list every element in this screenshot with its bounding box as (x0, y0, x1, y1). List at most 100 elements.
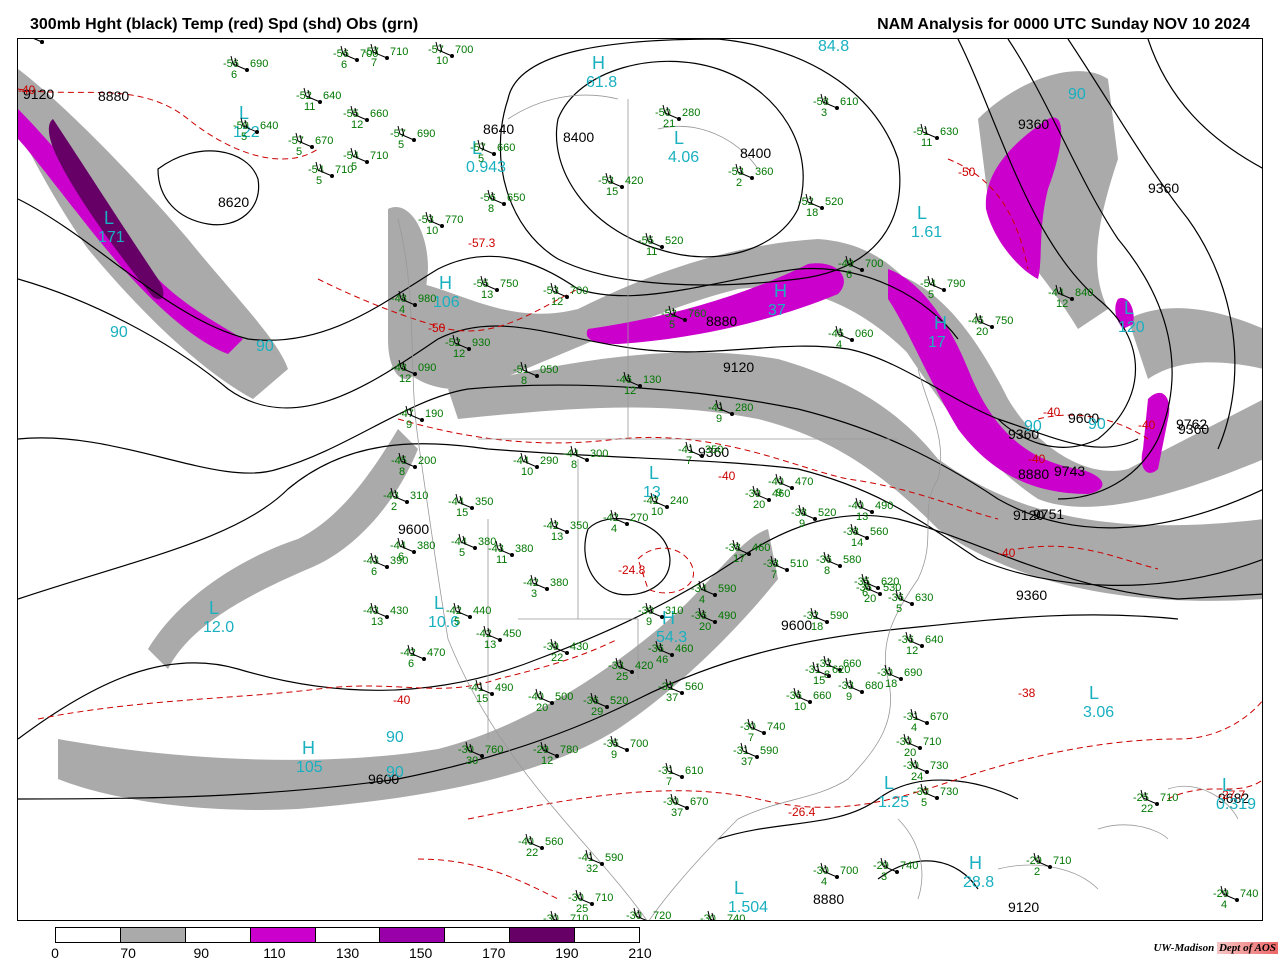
legend-swatch (250, 928, 316, 942)
obs-speed: 22 (1141, 803, 1153, 815)
station-observation[interactable]: -45 75020 (968, 312, 1013, 338)
station-observation[interactable]: -42 35013 (543, 517, 588, 543)
station-observation[interactable]: -30 67037 (663, 793, 708, 819)
station-observation[interactable]: -43 38011 (488, 540, 533, 566)
station-observation[interactable]: -35 7009 (603, 735, 648, 761)
obs-speed: 37 (671, 807, 683, 819)
obs-height: 670 (690, 796, 708, 808)
station-observation[interactable]: -57 70010 (428, 41, 473, 67)
station-observation[interactable]: -30 69018 (877, 664, 922, 690)
station-observation[interactable]: -42 2704 (603, 509, 648, 535)
station-observation[interactable]: -30 7305 (913, 783, 958, 809)
station-observation[interactable]: -43 3102 (383, 487, 428, 513)
obs-speed: 8 (824, 565, 830, 577)
station-observation[interactable]: -57 7107 (363, 43, 408, 69)
station-observation[interactable]: -44 29010 (513, 452, 558, 478)
wind-speed-legend (55, 927, 640, 943)
station-observation[interactable]: -25 71022 (1133, 789, 1178, 815)
station-observation[interactable]: -31 6704 (903, 708, 948, 734)
speed-label: 90 (256, 338, 274, 355)
station-observation[interactable]: -40 56022 (518, 833, 563, 859)
station-observation[interactable]: -30 7004 (813, 862, 858, 888)
obs-speed: 12 (399, 373, 411, 385)
temperature-label: -40 (18, 83, 36, 97)
station-observation[interactable]: -58 6103 (813, 93, 858, 119)
pressure-center[interactable]: L4.06 (668, 128, 699, 166)
station-observation[interactable]: -52 52018 (798, 193, 843, 219)
station-observation[interactable]: -31 59037 (733, 742, 778, 768)
station-observation[interactable]: -57 6905 (390, 125, 435, 151)
pressure-center[interactable]: H28.8 (963, 853, 994, 891)
station-observation[interactable]: -40 49013 (848, 497, 893, 523)
station-observation[interactable]: -30 71025 (568, 889, 613, 915)
station-observation[interactable]: -51 63011 (913, 123, 958, 149)
station-observation[interactable]: -36 64012 (898, 631, 943, 657)
pressure-center[interactable]: H61.8 (586, 53, 617, 91)
station-observation[interactable]: -55 75013 (473, 275, 518, 301)
station-observation[interactable]: -42 4706 (400, 644, 445, 670)
speed-label: 90 (386, 729, 404, 746)
weather-map[interactable]: 9120 8880 8640 8400 8400 8620 9360 8880 9120 9360… (17, 38, 1263, 921)
station-observation[interactable]: -55 66012 (343, 105, 388, 131)
station-observation[interactable]: -29 7102 (1026, 852, 1071, 878)
station-observation[interactable]: -30740 (700, 910, 745, 921)
station-observation[interactable]: -56 6508 (480, 189, 525, 215)
obs-speed: 32 (586, 863, 598, 875)
station-observation[interactable]: -56 6906 (223, 55, 268, 81)
obs-speed: 5 (928, 289, 934, 301)
station-observation[interactable]: -30 71020 (896, 733, 941, 759)
station-observation[interactable]: -30 73024 (903, 757, 948, 783)
station-observation[interactable]: -54 7105 (308, 161, 353, 187)
station-observation[interactable]: -38 5209 (791, 504, 836, 530)
pressure-center[interactable]: L3.06 (1083, 683, 1114, 721)
legend-swatch (380, 928, 446, 942)
station-observation[interactable]: -36 6305 (888, 589, 933, 615)
station-observation[interactable]: -47 1909 (398, 405, 443, 431)
station-observation[interactable]: -29 7403 (873, 857, 918, 883)
legend-label: 110 (263, 945, 286, 961)
station-observation[interactable]: -31 6107 (658, 762, 703, 788)
station-observation[interactable]: -30740 (18, 39, 63, 44)
temperature-label: -40 (1028, 452, 1046, 466)
station-observation[interactable]: -43 3906 (363, 552, 408, 578)
station-observation[interactable]: -43 43013 (363, 602, 408, 628)
station-observation[interactable]: -53 3602 (728, 163, 773, 189)
pressure-center[interactable]: H105 (296, 738, 323, 776)
station-observation[interactable]: -44 35015 (448, 493, 493, 519)
obs-speed: 7 (748, 732, 754, 744)
station-observation[interactable]: -32 56037 (658, 678, 703, 704)
pressure-center[interactable]: L1.25 (878, 773, 909, 811)
pressure-center[interactable]: L1.61 (911, 203, 942, 241)
station-observation[interactable]: -53 42015 (598, 172, 643, 198)
station-observation[interactable]: -41 49015 (468, 679, 513, 705)
station-observation[interactable]: -38 56014 (843, 523, 888, 549)
legend-label: 70 (120, 945, 136, 961)
station-observation[interactable]: -41 59032 (578, 849, 623, 875)
station-observation[interactable]: -44 3008 (563, 445, 608, 471)
legend-swatch (185, 928, 251, 942)
obs-height: 980 (418, 293, 436, 305)
obs-height: 380 (550, 577, 568, 589)
obs-height: 660 (813, 690, 831, 702)
station-observation[interactable]: -3072020 (626, 907, 671, 921)
obs-speed: 12 (1056, 298, 1068, 310)
station-observation[interactable]: -36 66010 (786, 687, 831, 713)
station-observation[interactable]: -53 70012 (543, 282, 588, 308)
obs-height: 650 (507, 192, 525, 204)
pressure-center[interactable]: L1.504 (728, 878, 768, 916)
station-observation[interactable]: -42 45013 (476, 625, 521, 651)
station-observation[interactable]: -57 6705 (288, 132, 333, 158)
station-observation[interactable]: -53 77010 (418, 211, 463, 237)
station-observation[interactable]: -29 7404 (1213, 885, 1258, 911)
station-observation[interactable]: -52 64011 (296, 87, 341, 113)
station-observation[interactable]: -30 7407 (740, 718, 785, 744)
station-observation[interactable]: -42 3803 (523, 574, 568, 600)
station-observation[interactable]: -33 6809 (838, 677, 883, 703)
obs-speed: 7 (666, 776, 672, 788)
station-observation[interactable]: -39 46020 (745, 485, 790, 511)
obs-height: 360 (755, 166, 773, 178)
station-observation[interactable]: -36 5808 (816, 551, 861, 577)
station-observation[interactable]: -3071031 (543, 910, 588, 921)
station-observation[interactable]: -42 24010 (643, 492, 688, 518)
obs-height: 630 (940, 126, 958, 138)
